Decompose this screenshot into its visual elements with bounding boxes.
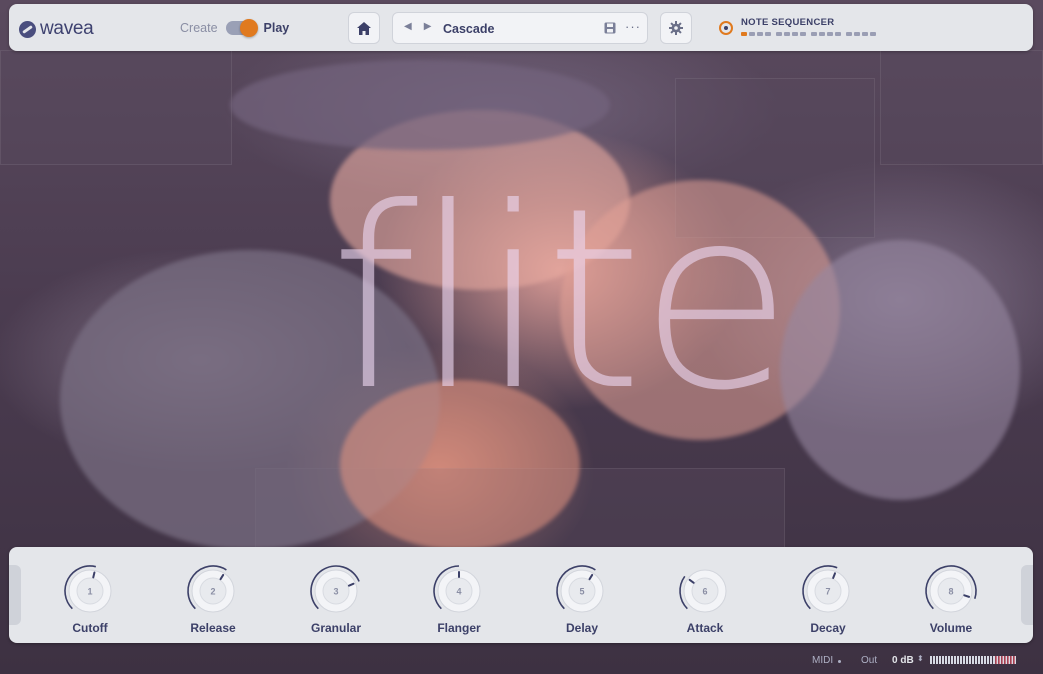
knob-dial[interactable]: 5 [554, 563, 610, 619]
sequencer-step [800, 32, 806, 36]
mode-create-label[interactable]: Create [180, 21, 218, 35]
knob-dial[interactable]: 7 [800, 563, 856, 619]
knob-number: 4 [456, 587, 461, 597]
sequencer-step [870, 32, 876, 36]
knob-label: Volume [929, 621, 973, 635]
knob-indicator [92, 571, 96, 579]
mode-play-label[interactable]: Play [264, 21, 290, 35]
preset-wordmark: flite [330, 154, 793, 445]
home-button[interactable] [348, 12, 380, 44]
home-icon [357, 21, 371, 35]
midi-activity-icon [838, 660, 841, 663]
knob-delay[interactable]: 5 Delay [542, 563, 622, 635]
art-panel [880, 50, 1043, 165]
knob-number: 7 [825, 587, 830, 597]
wavea-logo-icon [19, 20, 36, 38]
knob-number: 3 [333, 587, 338, 597]
preset-name[interactable]: Cascade [443, 22, 494, 36]
knob-label: Cutoff [72, 621, 108, 635]
status-bar: MIDI Out 0 dB ⬍ [0, 653, 1043, 669]
knob-label: Decay [810, 621, 846, 635]
sequencer-power-icon[interactable] [719, 21, 733, 35]
gear-icon [669, 21, 683, 35]
sequencer-step [757, 32, 763, 36]
knob-number: 8 [948, 587, 953, 597]
sequencer-step [776, 32, 782, 36]
sequencer-step [811, 32, 817, 36]
preset-browser: ◀ ▶ Cascade ··· [392, 12, 648, 44]
sequencer-step [741, 32, 747, 36]
knob-number: 5 [579, 587, 584, 597]
output-level-value[interactable]: 0 dB [892, 655, 914, 666]
knob-label: Delay [565, 621, 599, 635]
brand-logo[interactable]: wavea [19, 18, 94, 40]
output-meter [930, 656, 1016, 664]
knob-label: Granular [310, 621, 361, 635]
more-options-icon[interactable]: ··· [625, 19, 641, 34]
sequencer-step [827, 32, 833, 36]
knob-dial[interactable]: 2 [185, 563, 241, 619]
sequencer-step [792, 32, 798, 36]
midi-label[interactable]: MIDI [812, 655, 833, 666]
sequencer-step [862, 32, 868, 36]
previous-preset-icon[interactable]: ◀ [404, 21, 412, 32]
output-label: Out [861, 655, 878, 666]
knob-dial[interactable]: 3 [308, 563, 364, 619]
sequencer-step [784, 32, 790, 36]
art-panel [0, 50, 232, 165]
toggle-knob [239, 19, 258, 37]
knob-label: Release [190, 621, 236, 635]
sequencer-step [819, 32, 825, 36]
level-stepper-icon[interactable]: ⬍ [917, 654, 924, 663]
next-preset-icon[interactable]: ▶ [424, 21, 432, 32]
sequencer-label: NOTE SEQUENCER [741, 17, 835, 28]
logo-text: wavea [40, 18, 94, 39]
knob-dial[interactable]: 8 [923, 563, 979, 619]
sequencer-step [835, 32, 841, 36]
sequencer-step [854, 32, 860, 36]
knob-dial[interactable]: 1 [62, 563, 118, 619]
knob-label: Flanger [437, 621, 481, 635]
knob-dial[interactable]: 4 [431, 563, 487, 619]
knob-volume[interactable]: 8 Volume [911, 563, 991, 635]
knob-granular[interactable]: 3 Granular [296, 563, 376, 635]
mode-toggle[interactable] [225, 19, 258, 37]
knob-dial[interactable]: 6 [677, 563, 733, 619]
knob-decay[interactable]: 7 Decay [788, 563, 868, 635]
knob-attack[interactable]: 6 Attack [665, 563, 745, 635]
macro-knob-panel: 1 Cutoff 2 Release 3 Granular 4 Flanger 5 Delay 6 A… [9, 547, 1033, 643]
top-bar: wavea Create Play ◀ ▶ Cascade ··· NOTE S… [9, 4, 1033, 51]
knob-release[interactable]: 2 Release [173, 563, 253, 635]
knob-number: 1 [87, 587, 92, 597]
knob-cutoff[interactable]: 1 Cutoff [50, 563, 130, 635]
panel-right-handle[interactable] [1021, 565, 1033, 625]
save-icon[interactable] [604, 22, 616, 34]
art-shape [230, 60, 610, 150]
knob-number: 2 [210, 587, 215, 597]
knob-flanger[interactable]: 4 Flanger [419, 563, 499, 635]
knob-label: Attack [686, 621, 724, 635]
art-shape [780, 240, 1020, 500]
mode-switch: Create Play [180, 19, 290, 37]
sequencer-step [749, 32, 755, 36]
knob-number: 6 [702, 587, 707, 597]
panel-left-handle[interactable] [9, 565, 21, 625]
sequencer-steps [741, 32, 881, 36]
sequencer-step [846, 32, 852, 36]
sequencer-step [765, 32, 771, 36]
settings-button[interactable] [660, 12, 692, 44]
